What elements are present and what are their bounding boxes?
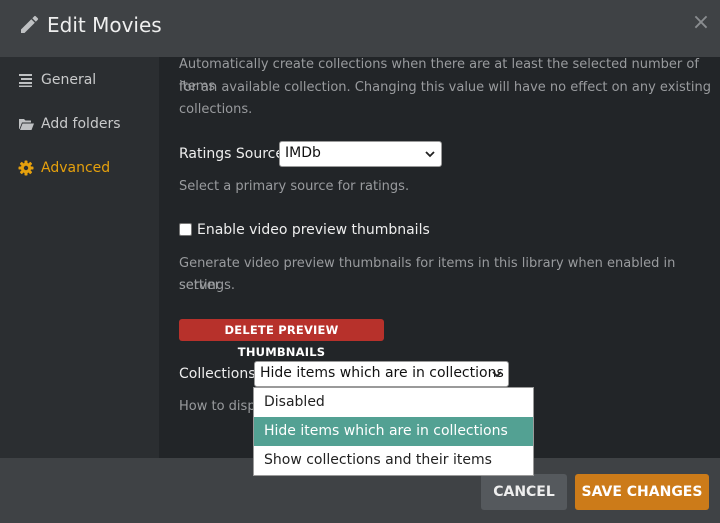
list-icon (19, 74, 32, 87)
close-icon[interactable]: × (690, 12, 712, 34)
chevron-down-icon (425, 151, 435, 158)
sidebar-item-label: Add folders (41, 116, 121, 132)
save-changes-button[interactable]: SAVE CHANGES (575, 474, 709, 510)
video-preview-help: Generate video preview thumbnails for it… (179, 256, 676, 293)
ratings-source-select[interactable]: IMDb (279, 141, 442, 167)
sidebar-item-add-folders[interactable]: Add folders (0, 103, 159, 143)
collections-threshold-help: for an available collection. Changing th… (179, 80, 711, 95)
sidebar: General Add folders Advanced (0, 57, 159, 458)
collections-help: How to displ (179, 399, 260, 414)
dropdown-option[interactable]: Hide items which are in collections (254, 417, 533, 446)
sidebar-item-advanced[interactable]: Advanced (0, 147, 159, 187)
sidebar-item-general[interactable]: General (0, 59, 159, 99)
gear-icon (18, 160, 34, 176)
collections-threshold-help: collections. (179, 102, 253, 117)
folder-open-icon (19, 119, 34, 130)
video-preview-checkbox[interactable] (179, 223, 192, 236)
select-value: IMDb (285, 145, 321, 161)
sidebar-item-label: General (41, 72, 97, 88)
dialog-header: Edit Movies × (0, 0, 720, 57)
pencil-icon (21, 15, 39, 33)
video-preview-label[interactable]: Enable video preview thumbnails (197, 221, 430, 239)
select-value: Hide items which are in collections (260, 365, 504, 381)
collections-label: Collections (179, 366, 256, 382)
dropdown-option[interactable]: Disabled (254, 388, 533, 417)
cancel-button[interactable]: CANCEL (481, 474, 567, 510)
delete-preview-thumbnails-button[interactable]: DELETE PREVIEW THUMBNAILS (179, 319, 384, 359)
sidebar-item-label: Advanced (41, 160, 111, 176)
ratings-source-help: Select a primary source for ratings. (179, 179, 410, 194)
ratings-source-label: Ratings Source (179, 146, 284, 162)
collections-dropdown-list: Disabled Hide items which are in collect… (253, 387, 534, 476)
chevron-down-icon (492, 371, 502, 378)
dialog-title: Edit Movies (47, 13, 162, 37)
video-preview-help: settings. (179, 278, 235, 293)
collections-select[interactable]: Hide items which are in collections (254, 361, 509, 387)
dropdown-option[interactable]: Show collections and their items (254, 446, 533, 475)
